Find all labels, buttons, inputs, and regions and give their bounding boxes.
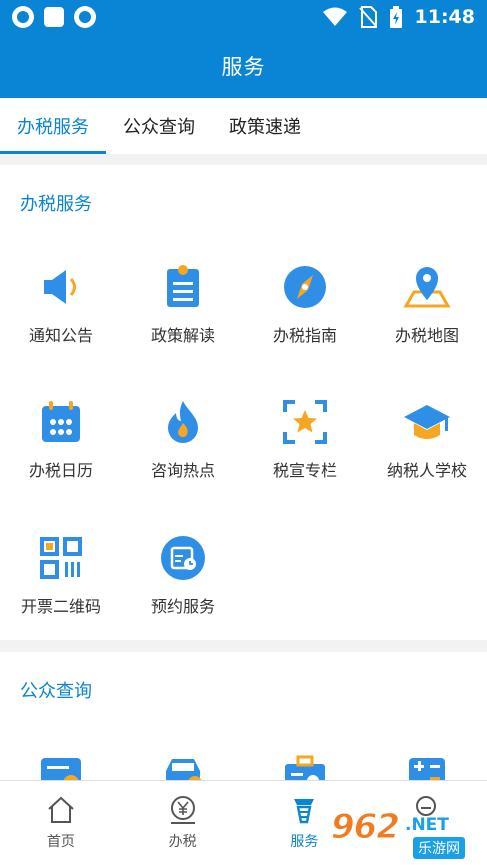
grid-item-invoice-qr-code[interactable]: 开票二维码 [0,533,122,617]
nav-tax[interactable]: 办税 [122,781,244,865]
grid-item-label: 通知公告 [28,326,93,345]
compass-icon [280,262,330,312]
grid-item-label: 税宣专栏 [272,461,337,480]
section-title: 公众查询 [20,681,92,702]
grid-item-label: 办税地图 [394,326,459,345]
section-title: 办税服务 [20,194,92,215]
watermark-number: 962 [331,807,401,848]
tab-label: 政策速递 [229,117,301,138]
grid-item-taxpayer-school[interactable]: 纳税人学校 [366,397,487,481]
public-query-section: 公众查询 [0,652,487,792]
no-sim-icon [358,6,377,28]
grid-item-label: 政策解读 [150,326,215,345]
grid-item-tax-guide[interactable]: 办税指南 [244,262,366,346]
map-pin-icon [402,262,452,312]
grid-item-label: 咨询热点 [150,461,215,480]
tab-bar: 办税服务 公众查询 政策速递 [0,98,487,154]
grid-item-appointment[interactable]: 预约服务 [122,533,244,617]
document-icon [158,262,208,312]
tab-label: 办税服务 [17,117,89,138]
home-icon [48,796,74,823]
graduation-cap-icon [402,397,452,447]
grid-item-label: 开票二维码 [20,597,101,616]
grid-item-label: 办税日历 [28,461,93,480]
watermark-site: 乐游网 [413,837,465,859]
app-notification-icon [74,6,96,28]
tab-tax-service[interactable]: 办税服务 [0,98,106,154]
star-frame-icon [280,397,330,447]
grid-item-publicity-column[interactable]: 税宣专栏 [244,397,366,481]
tab-label: 公众查询 [123,117,195,138]
clock: 11:48 [414,6,475,28]
nav-label: 首页 [46,834,75,850]
grid-item-label: 纳税人学校 [386,461,467,480]
tab-policy-express[interactable]: 政策速递 [212,98,318,154]
qr-code-icon [36,533,86,583]
page-title: 服务 [221,55,266,79]
site-watermark: 962 .NET 乐游网 [331,807,481,859]
grid-item-tax-calendar[interactable]: 办税日历 [0,397,122,481]
watermark-suffix: .NET [405,815,449,835]
grid-item-policy-interpretation[interactable]: 政策解读 [122,262,244,346]
grid-item-notice[interactable]: 通知公告 [0,262,122,346]
tab-public-query[interactable]: 公众查询 [106,98,212,154]
nav-label: 办税 [168,834,197,850]
app-bar: 服务 [0,34,487,98]
calendar-icon [36,397,86,447]
grid-item-label: 办税指南 [272,326,337,345]
speaker-icon [36,262,86,312]
app-notification-icon [12,6,34,28]
grid-item-tax-map[interactable]: 办税地图 [366,262,487,346]
flame-icon [158,397,208,447]
nav-home[interactable]: 首页 [0,781,122,865]
grid-item-label: 预约服务 [150,597,215,616]
battery-charging-icon [389,6,402,28]
nav-label: 服务 [290,834,319,850]
yuan-icon [170,796,195,824]
appointment-icon [158,533,208,583]
tax-service-section: 办税服务 通知公告 政策解读 办税指南 办税地图 办税日历 咨询热点 税宣专栏 … [0,165,487,640]
app-notification-icon [44,7,64,27]
service-icon [294,799,315,824]
status-bar: 11:48 [0,0,487,34]
grid-item-hot-topics[interactable]: 咨询热点 [122,397,244,481]
wifi-icon [322,7,347,26]
